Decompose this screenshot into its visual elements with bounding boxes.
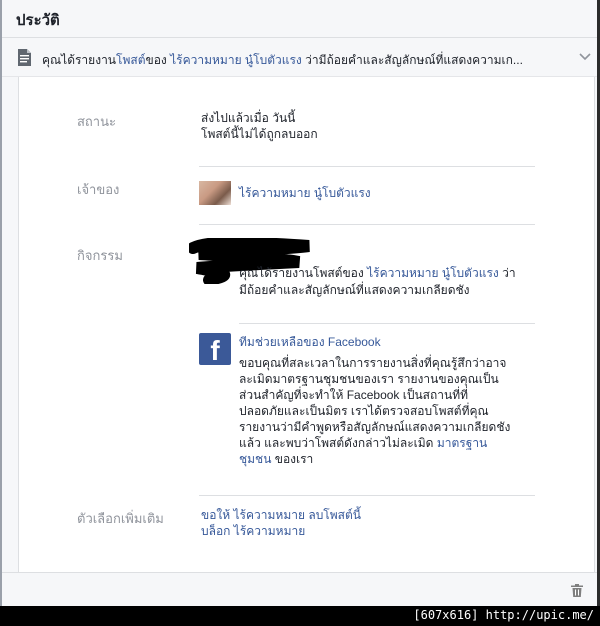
activity-owner-link[interactable]: ไร้ความหมาย นู๋โบตัวแรง [367,266,499,280]
activity-report-line1: คุณได้รายงานโพสต์ของ ไร้ความหมาย นู๋โบตั… [239,265,516,281]
message-line: ปลอดภัยและเป็นมิตร เราได้ตรวจสอบโพสต์ที่… [239,404,489,418]
message-line: ชุมชน ของเรา [239,451,510,467]
message-line: ส่วนสำคัญที่จะทำให้ Facebook เป็นสถานที่… [239,388,469,402]
owner-label: เจ้าของ [77,182,120,197]
facebook-logo-icon: f [199,333,231,365]
report-mid: ของ [145,53,171,67]
history-header: ประวัติ [2,0,597,38]
message-line: แล้ว และพบว่าโพสต์ดังกล่าวไม่ละเมิด มาตร… [239,435,510,451]
support-team-link[interactable]: ทีมช่วยเหลือของ Facebook [239,334,381,350]
card-footer [2,572,597,606]
report-prefix: คุณได้รายงาน [42,53,117,67]
status-not-removed: โพสต์นี้ไม่ได้ถูกลบออก [201,127,318,141]
report-details-card: สถานะ ส่งไปแล้วเมื่อ วันนี้ โพสต์นี้ไม่ไ… [18,77,595,572]
activity-label: กิจกรรม [77,248,123,263]
report-summary-row[interactable]: คุณได้รายงานโพสต์ของ ไร้ความหมาย นู๋โบตั… [2,39,597,77]
community-standards-link[interactable]: มาตรฐาน [437,436,487,450]
divider [199,224,535,225]
activity-report-prefix: คุณได้รายงานโพสต์ของ [239,266,368,280]
support-message: ขอบคุณที่สละเวลาในการรายงานสิ่งที่คุณรู้… [239,355,510,467]
post-link[interactable]: โพสต์ [116,53,145,67]
watermark-text: [607x616] http://upic.me/ [413,608,594,622]
owner-link[interactable]: ไร้ความหมาย นู๋โบตัวแรง [170,53,302,67]
chevron-down-icon[interactable] [579,50,591,64]
message-line: ละเมิดมาตรฐานชุมชนของเรา รายงานของคุณเป็… [239,372,499,386]
ask-prefix[interactable]: ขอให้ [201,508,234,522]
report-suffix: ว่ามีถ้อยคำและสัญลักษณ์ที่แสดงความเก... [301,53,523,67]
message-line: รายงานว่ามีคำพูดหรือสัญลักษณ์แสดงความเกล… [239,420,511,434]
activity-report-line2: มีถ้อยคำและสัญลักษณ์ที่แสดงความเกลียดชัง [239,283,470,297]
report-summary-text: คุณได้รายงานโพสต์ของ ไร้ความหมาย นู๋โบตั… [42,51,572,70]
watermark-bar: [607x616] http://upic.me/ [0,606,600,626]
block-user-option[interactable]: บล็อก ไร้ความหมาย [201,523,305,539]
status-sent: ส่งไปแล้วเมื่อ วันนี้ [201,111,296,125]
message-end: ของเรา [271,452,314,466]
activity-report-mid: ว่า [498,266,516,280]
ask-user[interactable]: ไร้ความหมาย [234,508,305,522]
avatar[interactable] [199,181,231,205]
message-line: ขอบคุณที่สละเวลาในการรายงานสิ่งที่คุณรู้… [239,356,507,370]
divider [199,495,535,496]
document-icon [18,49,31,69]
more-options-label: ตัวเลือกเพิ่มเติม [77,511,164,526]
trash-icon[interactable] [571,584,583,600]
owner-name-link[interactable]: ไร้ความหมาย นู๋โบตัวแรง [239,185,371,201]
ask-action[interactable]: ลบโพสต์นี้ [305,508,361,522]
status-label: สถานะ [77,114,116,129]
ask-remove-option[interactable]: ขอให้ ไร้ความหมาย ลบโพสต์นี้ [201,507,361,523]
page-title: ประวัติ [16,12,60,29]
divider [199,166,535,167]
divider [239,323,535,324]
message-line-text: แล้ว และพบว่าโพสต์ดังกล่าวไม่ละเมิด [239,436,437,450]
community-standards-link-cont[interactable]: ชุมชน [239,452,271,466]
